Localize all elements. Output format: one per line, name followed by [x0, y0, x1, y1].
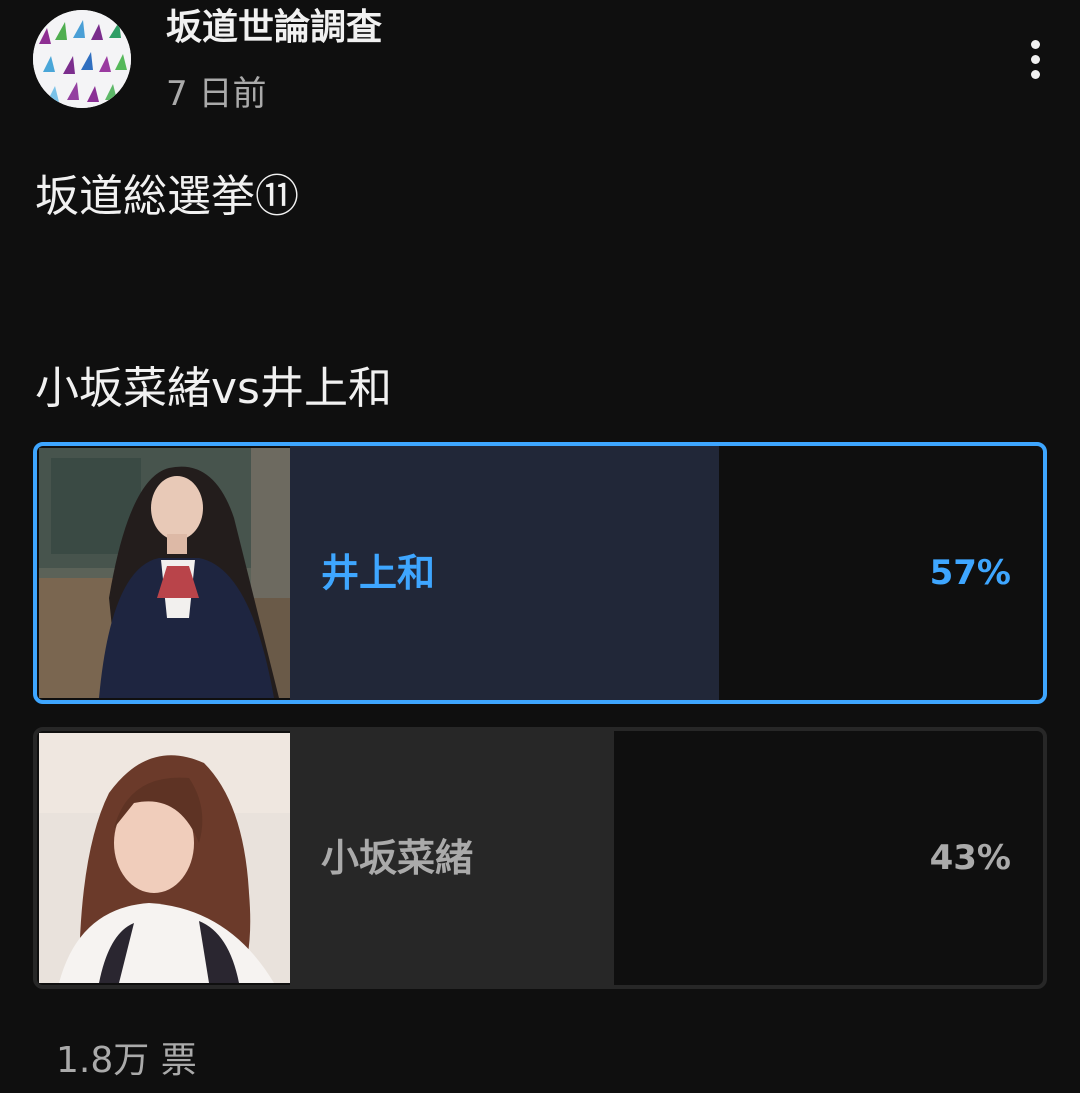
- more-vertical-icon-dot: [1031, 70, 1040, 79]
- triangle-pattern-icon: [33, 10, 131, 108]
- option-photo: [39, 733, 290, 983]
- channel-avatar[interactable]: [33, 10, 131, 108]
- post-title: 坂道総選挙⑪: [35, 171, 299, 222]
- option-label: 小坂菜緒: [321, 836, 474, 880]
- post-timestamp: 7 日前: [166, 74, 267, 114]
- vote-count: 1.8万 票: [56, 1040, 197, 1081]
- community-post: 坂道世論調査 7 日前 坂道総選挙⑪ 小坂菜緒vs井上和 井上和 57% 小坂菜…: [0, 0, 1080, 1093]
- more-vertical-icon: [1031, 40, 1040, 49]
- option-photo: [39, 448, 290, 698]
- option-percent: 57%: [929, 553, 1011, 593]
- option-percent: 43%: [929, 838, 1011, 878]
- channel-name[interactable]: 坂道世論調査: [166, 6, 382, 50]
- more-options-button[interactable]: [1012, 34, 1060, 86]
- option-label: 井上和: [321, 551, 436, 595]
- poll-option-selected[interactable]: 井上和 57%: [33, 442, 1047, 704]
- poll-question: 小坂菜緒vs井上和: [35, 363, 392, 414]
- more-vertical-icon-dot: [1031, 55, 1040, 64]
- poll-option[interactable]: 小坂菜緒 43%: [33, 727, 1047, 989]
